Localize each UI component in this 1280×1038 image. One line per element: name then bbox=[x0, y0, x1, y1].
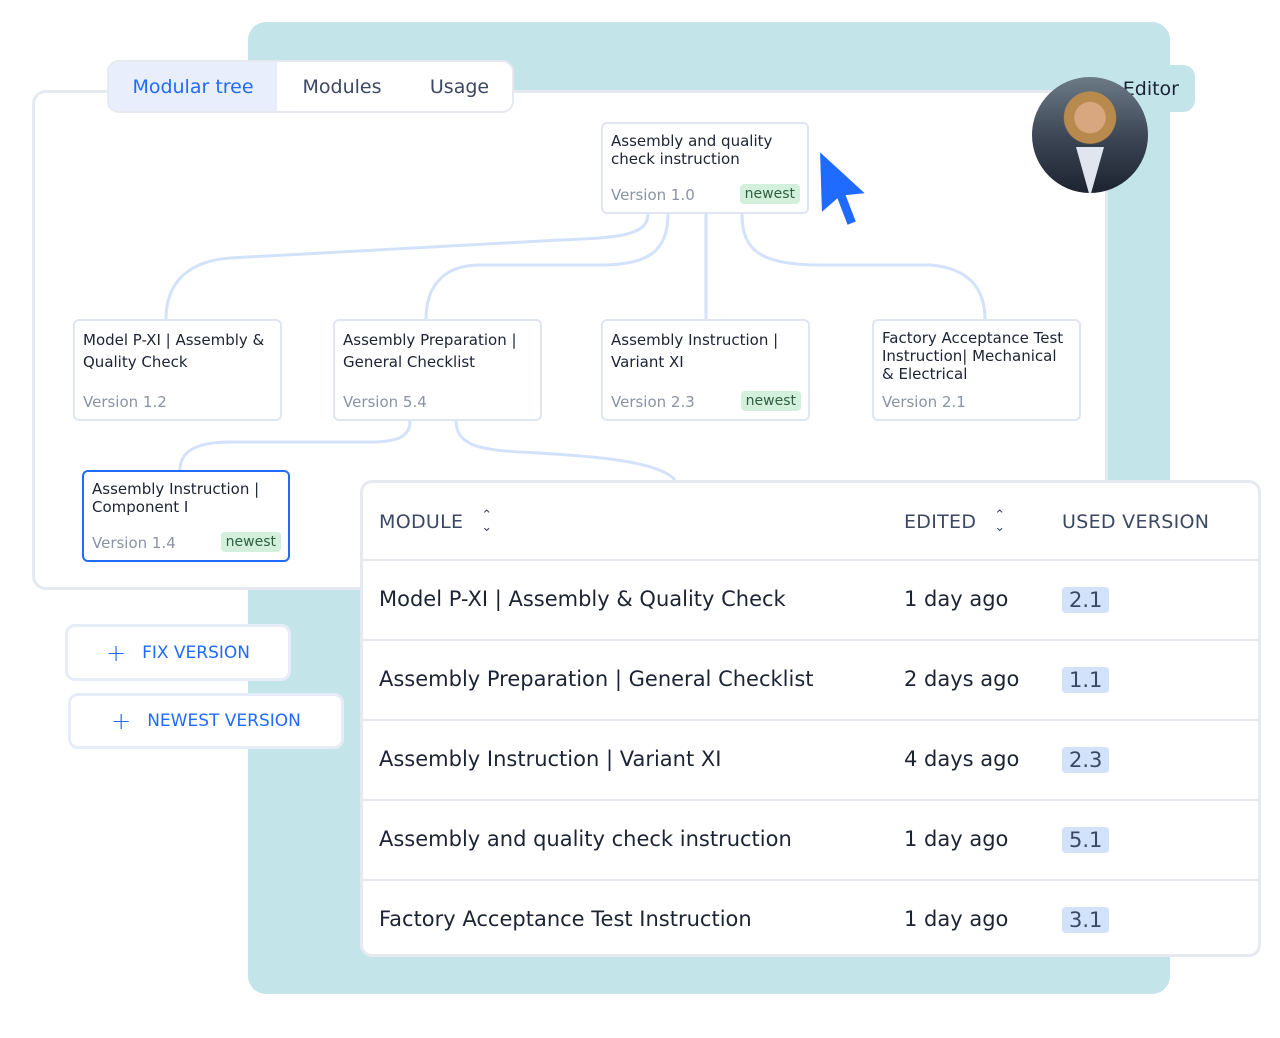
button-label: FIX VERSION bbox=[142, 643, 250, 663]
node-version: Version 2.3 bbox=[611, 393, 695, 411]
version-pill: 3.1 bbox=[1062, 907, 1109, 933]
newest-version-button[interactable]: + NEWEST VERSION bbox=[68, 693, 344, 749]
module-cell: Assembly Instruction | Variant XI bbox=[379, 747, 721, 771]
node-title: Factory Acceptance Test Instruction| Mec… bbox=[882, 329, 1071, 383]
sort-icon[interactable]: ⌃⌄ bbox=[481, 510, 492, 534]
sort-icon[interactable]: ⌃⌄ bbox=[994, 510, 1005, 534]
version-pill: 2.3 bbox=[1062, 747, 1109, 773]
version-pill: 2.1 bbox=[1062, 587, 1109, 613]
edited-cell: 1 day ago bbox=[904, 907, 1008, 931]
table-row[interactable]: Assembly and quality check instruction 1 … bbox=[363, 799, 1258, 879]
node-version: Version 1.2 bbox=[83, 393, 167, 411]
edited-cell: 4 days ago bbox=[904, 747, 1019, 771]
mouse-cursor-icon bbox=[815, 148, 875, 230]
button-label: NEWEST VERSION bbox=[147, 711, 301, 731]
node-version: Version 1.4 bbox=[92, 534, 176, 552]
version-pill: 5.1 bbox=[1062, 827, 1109, 853]
module-cell: Assembly and quality check instruction bbox=[379, 827, 792, 851]
module-cell: Model P-XI | Assembly & Quality Check bbox=[379, 587, 786, 611]
version-pill: 1.1 bbox=[1062, 667, 1109, 693]
column-header-module[interactable]: MODULE ⌃⌄ bbox=[379, 483, 492, 560]
node-version: Version 5.4 bbox=[343, 393, 427, 411]
node-title: Model P-XI | Assembly & Quality Check bbox=[83, 329, 272, 373]
table-row[interactable]: Model P-XI | Assembly & Quality Check 1 d… bbox=[363, 559, 1258, 639]
newest-badge: newest bbox=[741, 391, 801, 411]
newest-badge: newest bbox=[221, 532, 281, 552]
node-title: Assembly and quality check instruction bbox=[611, 132, 799, 168]
tree-node-selected[interactable]: Assembly Instruction | Component I Versi… bbox=[82, 470, 290, 562]
tree-node[interactable]: Factory Acceptance Test Instruction| Mec… bbox=[872, 319, 1081, 421]
edited-cell: 1 day ago bbox=[904, 587, 1008, 611]
edited-cell: 1 day ago bbox=[904, 827, 1008, 851]
node-title: Assembly Preparation | General Checklist bbox=[343, 329, 532, 373]
node-version: Version 2.1 bbox=[882, 393, 966, 411]
module-cell: Assembly Preparation | General Checklist bbox=[379, 667, 814, 691]
fix-version-button[interactable]: + FIX VERSION bbox=[65, 624, 291, 681]
header-label: EDITED bbox=[904, 511, 976, 533]
table-row[interactable]: Assembly Instruction | Variant XI 4 days … bbox=[363, 719, 1258, 799]
module-cell: Factory Acceptance Test Instruction bbox=[379, 907, 752, 931]
tree-node[interactable]: Assembly Instruction | Variant XI Versio… bbox=[601, 319, 810, 421]
edited-cell: 2 days ago bbox=[904, 667, 1019, 691]
tree-node[interactable]: Assembly Preparation | General Checklist… bbox=[333, 319, 542, 421]
header-label: USED VERSION bbox=[1062, 511, 1209, 533]
node-title: Assembly Instruction | Component I bbox=[92, 480, 280, 516]
column-header-used-version: USED VERSION bbox=[1062, 483, 1209, 560]
newest-badge: newest bbox=[740, 184, 800, 204]
column-header-edited[interactable]: EDITED ⌃⌄ bbox=[904, 483, 1005, 560]
table-row[interactable]: Factory Acceptance Test Instruction 1 day… bbox=[363, 879, 1258, 957]
table-row[interactable]: Assembly Preparation | General Checklist… bbox=[363, 639, 1258, 719]
tree-node-root[interactable]: Assembly and quality check instruction V… bbox=[601, 122, 809, 214]
header-label: MODULE bbox=[379, 511, 463, 533]
node-version: Version 1.0 bbox=[611, 186, 695, 204]
modules-table: MODULE ⌃⌄ EDITED ⌃⌄ USED VERSION Model P-X… bbox=[360, 480, 1261, 957]
node-title: Assembly Instruction | Variant XI bbox=[611, 329, 800, 373]
tree-node[interactable]: Model P-XI | Assembly & Quality Check Ve… bbox=[73, 319, 282, 421]
plus-icon: + bbox=[111, 707, 131, 735]
plus-icon: + bbox=[106, 639, 126, 667]
